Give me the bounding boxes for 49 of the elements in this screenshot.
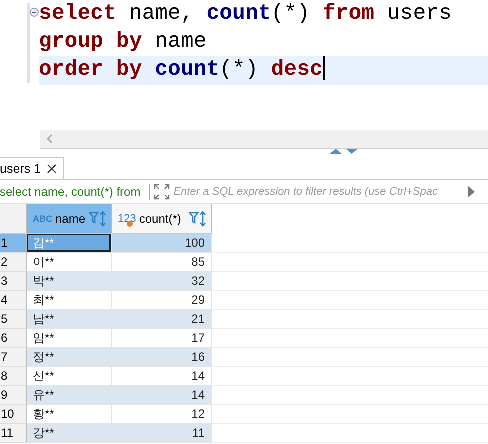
row-number[interactable]: 10 (0, 405, 27, 424)
table-cell: 11 (112, 424, 212, 443)
query-text: select name, count(*) from (0, 184, 141, 198)
table-cell: 29 (112, 291, 212, 310)
table-cell: 정** (27, 348, 112, 367)
filter-sort-icon[interactable] (89, 210, 107, 226)
row-number[interactable]: 9 (0, 386, 27, 405)
table-cell: 임** (27, 329, 112, 348)
collapse-icon[interactable] (30, 8, 39, 17)
row-number[interactable]: 7 (0, 348, 27, 367)
table-cell: 최** (27, 291, 112, 310)
table-cell: 김** (27, 234, 112, 253)
row-number[interactable]: 3 (0, 272, 27, 291)
table-cell: 14 (112, 367, 212, 386)
table-cell: 32 (112, 272, 212, 291)
row-number[interactable]: 4 (0, 291, 27, 310)
scroll-left-icon[interactable] (46, 134, 54, 144)
row-number[interactable]: 11 (0, 424, 27, 443)
column-header[interactable]: ABC name (27, 204, 112, 234)
table-cell: 이** (27, 253, 112, 272)
table-cell: 박** (27, 272, 112, 291)
row-number[interactable]: 1 (0, 234, 27, 253)
code-line: group by name (39, 28, 208, 56)
row-number[interactable]: 6 (0, 329, 27, 348)
column-header[interactable]: 123 count(*) (112, 204, 212, 234)
table-cell: 16 (112, 348, 212, 367)
results-tab[interactable]: users 1 (0, 157, 64, 179)
grid-corner[interactable] (0, 204, 27, 234)
table-cell: 남** (27, 310, 112, 329)
close-icon[interactable] (47, 164, 57, 174)
table-cell: 황** (27, 405, 112, 424)
table-cell: 강** (27, 424, 112, 443)
table-cell: 12 (112, 405, 212, 424)
code-line: select name, count(*) from users (39, 1, 453, 28)
horizontal-scrollbar[interactable] (40, 130, 488, 149)
table-cell: 21 (112, 310, 212, 329)
expand-icon[interactable] (154, 184, 170, 200)
row-number[interactable]: 2 (0, 253, 27, 272)
table-cell: 신** (27, 367, 112, 386)
table-cell: 17 (112, 329, 212, 348)
table-cell: 85 (112, 253, 212, 272)
table-cell: 100 (112, 234, 212, 253)
table-cell: 유** (27, 386, 112, 405)
text-type-icon: ABC (33, 214, 52, 224)
filter-sort-icon[interactable] (189, 210, 207, 226)
row-number[interactable]: 5 (0, 310, 27, 329)
play-icon[interactable] (468, 186, 476, 198)
row-number[interactable]: 8 (0, 367, 27, 386)
table-cell: 14 (112, 386, 212, 405)
